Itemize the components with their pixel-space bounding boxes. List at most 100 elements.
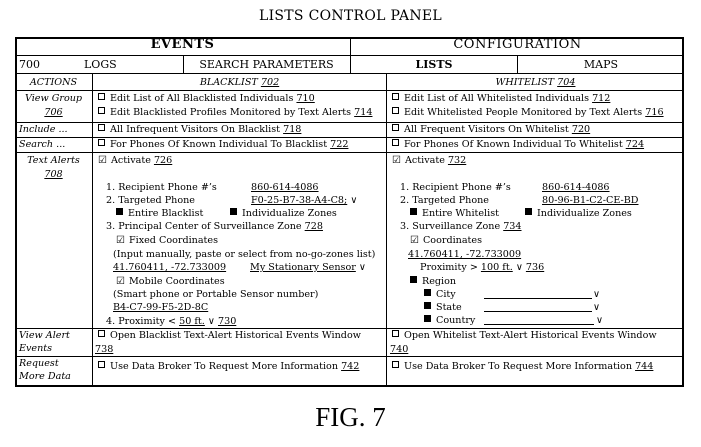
checked-box-icon[interactable]: ☑ (392, 155, 401, 166)
whitelist-data-broker-option[interactable]: Use Data Broker To Request More Informat… (392, 361, 653, 372)
checked-box-icon[interactable]: ☑ (116, 276, 125, 287)
tab-events[interactable]: EVENTS (15, 38, 350, 51)
divider (15, 122, 684, 123)
blacklist-coordinates-field[interactable]: 41.760411, -72.733009 (113, 262, 226, 273)
row-label-include: Include ... (19, 124, 68, 135)
checkbox-icon[interactable] (424, 302, 431, 309)
principal-center-label: 3. Principal Center of Surveillance Zone… (106, 221, 323, 232)
state-select[interactable] (484, 302, 592, 312)
include-frequent-option[interactable]: All Frequent Visitors On Whitelist 720 (392, 124, 590, 135)
checkbox-icon[interactable] (392, 139, 399, 146)
whitelist-proximity[interactable]: Proximity > 100 ft. ∨ 736 (420, 262, 544, 273)
dropdown-icon[interactable]: ∨ (596, 315, 603, 326)
blacklist-data-broker-option[interactable]: Use Data Broker To Request More Informat… (98, 361, 359, 372)
dropdown-icon[interactable]: ∨ (593, 289, 600, 300)
whitelist-recipient-field[interactable]: 860-614-4086 (542, 182, 610, 193)
checkbox-icon[interactable] (98, 93, 105, 100)
divider (15, 73, 684, 74)
row-label-view-group: View Group (24, 93, 83, 104)
row-label-view-alert: View Alert (19, 330, 70, 341)
checkbox-icon[interactable] (392, 361, 399, 368)
smart-phone-hint: (Smart phone or Portable Sensor number) (113, 289, 319, 300)
row-ref-text-alerts: 708 (44, 169, 63, 180)
entire-blacklist-option[interactable]: Entire Blacklist (116, 208, 203, 219)
edit-blacklist-option[interactable]: Edit List of All Blacklisted Individuals… (98, 93, 315, 104)
blacklist-header: BLACKLIST 702 (199, 77, 280, 88)
whitelist-activate-checkbox[interactable]: ☑ Activate 732 (392, 155, 466, 166)
tab-lists[interactable]: LISTS (351, 59, 517, 70)
mobile-coordinates-checkbox[interactable]: ☑ Mobile Coordinates (116, 276, 225, 287)
blacklist-recipient-label: 1. Recipient Phone #’s (106, 182, 217, 193)
actions-header: ACTIONS (29, 77, 78, 88)
row-label-request-more: More Data (19, 371, 71, 382)
checkbox-icon[interactable] (424, 289, 431, 296)
checkbox-icon[interactable] (98, 330, 105, 337)
whitelist-coordinates-checkbox[interactable]: ☑ Coordinates (410, 235, 482, 246)
search-whitelist-option[interactable]: For Phones Of Known Individual To Whitel… (392, 139, 644, 150)
row-label-view-alert-events: Events (19, 343, 53, 354)
checkbox-icon[interactable] (424, 315, 431, 322)
tab-maps[interactable]: MAPS (518, 59, 684, 70)
edit-blacklist-profiles-option[interactable]: Edit Blacklisted Profiles Monitored by T… (98, 107, 372, 118)
search-blacklist-option[interactable]: For Phones Of Known Individual To Blackl… (98, 139, 348, 150)
open-whitelist-history-option[interactable]: Open Whitelist Text-Alert Historical Eve… (392, 330, 657, 341)
region-option[interactable]: Region (410, 276, 456, 287)
checkbox-icon[interactable] (392, 124, 399, 131)
checkbox-icon[interactable] (116, 208, 123, 215)
dropdown-icon[interactable]: ∨ (593, 302, 600, 313)
blacklist-targeted-label: 2. Targeted Phone (106, 195, 195, 206)
country-option[interactable]: Country (424, 315, 475, 326)
dropdown-icon[interactable]: ∨ (350, 195, 357, 206)
entire-whitelist-option[interactable]: Entire Whitelist (410, 208, 499, 219)
tab-configuration[interactable]: CONFIGURATION (351, 38, 684, 51)
checkbox-icon[interactable] (98, 361, 105, 368)
divider (15, 356, 684, 357)
divider (15, 90, 684, 91)
blacklist-individualize-option[interactable]: Individualize Zones (230, 208, 337, 219)
edit-whitelist-profiles-option[interactable]: Edit Whitelisted People Monitored by Tex… (392, 107, 664, 118)
checkbox-icon[interactable] (98, 124, 105, 131)
checked-box-icon[interactable]: ☑ (116, 235, 125, 246)
whitelist-recipient-label: 1. Recipient Phone #’s (400, 182, 511, 193)
include-infrequent-option[interactable]: All Infrequent Visitors On Blacklist 718 (98, 124, 301, 135)
checkbox-icon[interactable] (230, 208, 237, 215)
checkbox-icon[interactable] (392, 107, 399, 114)
city-option[interactable]: City (424, 289, 456, 300)
row-ref-view-group: 706 (44, 107, 63, 118)
dropdown-icon[interactable]: ∨ (359, 262, 366, 273)
tab-search-parameters[interactable]: SEARCH PARAMETERS (183, 59, 350, 70)
checkbox-icon[interactable] (392, 93, 399, 100)
page-title: LISTS CONTROL PANEL (258, 8, 443, 24)
blacklist-recipient-field[interactable]: 860-614-4086 (251, 182, 319, 193)
city-select[interactable] (484, 289, 592, 299)
blacklist-history-ref: 738 (95, 344, 114, 355)
checkbox-icon[interactable] (410, 276, 417, 283)
blacklist-targeted-select[interactable]: F0-25-B7-38-A4-C8; ∨ (251, 195, 357, 206)
dropdown-icon[interactable]: ∨ (208, 316, 215, 327)
dropdown-icon[interactable]: ∨ (516, 262, 523, 273)
divider (92, 73, 93, 387)
checkbox-icon[interactable] (98, 107, 105, 114)
whitelist-targeted-field[interactable]: 80-96-B1-C2-CE-BD (542, 195, 639, 206)
checked-box-icon[interactable]: ☑ (98, 155, 107, 166)
checkbox-icon[interactable] (98, 139, 105, 146)
panel-ref-number: 700 (19, 58, 40, 71)
blacklist-activate-checkbox[interactable]: ☑ Activate 726 (98, 155, 172, 166)
mobile-id-field[interactable]: B4-C7-99-F5-2D-8C (113, 302, 208, 313)
open-blacklist-history-option[interactable]: Open Blacklist Text-Alert Historical Eve… (98, 330, 361, 341)
checkbox-icon[interactable] (525, 208, 532, 215)
whitelist-individualize-option[interactable]: Individualize Zones (525, 208, 632, 219)
tab-logs[interactable]: LOGS (84, 59, 117, 70)
country-select[interactable] (484, 315, 594, 325)
divider (15, 328, 684, 329)
edit-whitelist-option[interactable]: Edit List of All Whitelisted Individuals… (392, 93, 610, 104)
state-option[interactable]: State (424, 302, 462, 313)
stationary-sensor-select[interactable]: My Stationary Sensor ∨ (250, 262, 366, 273)
checkbox-icon[interactable] (410, 208, 417, 215)
checkbox-icon[interactable] (392, 330, 399, 337)
checked-box-icon[interactable]: ☑ (410, 235, 419, 246)
blacklist-proximity[interactable]: 4. Proximity < 50 ft. ∨ 730 (106, 316, 236, 327)
row-label-request: Request (19, 358, 59, 369)
fixed-coordinates-checkbox[interactable]: ☑ Fixed Coordinates (116, 235, 218, 246)
whitelist-coordinates-field[interactable]: 41.760411, -72.733009 (408, 249, 521, 260)
